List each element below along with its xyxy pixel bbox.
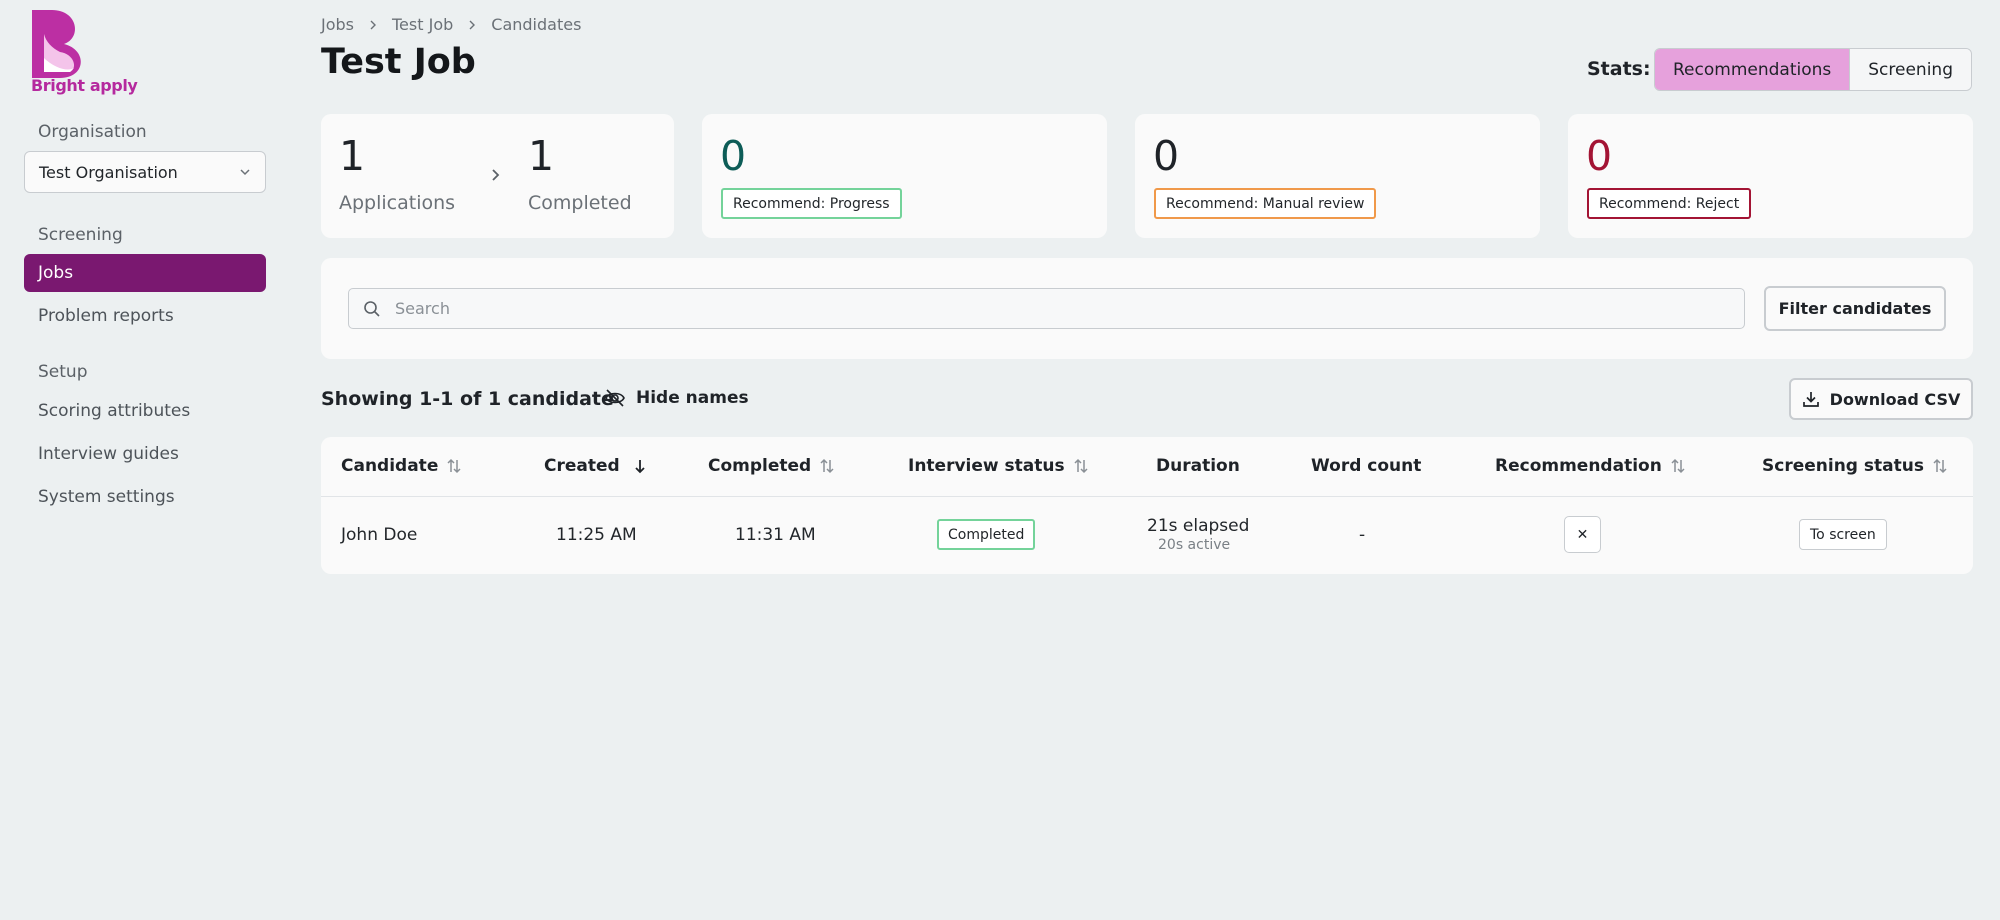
sidebar-item-jobs[interactable]: Jobs (24, 254, 266, 292)
sort-icon (1074, 458, 1088, 474)
recommend-progress-card: 0 Recommend: Progress (702, 114, 1107, 238)
brand-name: Bright apply (31, 76, 138, 95)
sort-icon (447, 458, 461, 474)
column-header-label: Created (544, 456, 620, 476)
sort-icon (1933, 458, 1947, 474)
stats-recommendations-button[interactable]: Recommendations (1655, 49, 1850, 90)
search-field[interactable] (348, 288, 1745, 329)
sort-descending-icon (635, 460, 645, 474)
applications-summary-card: 1 Applications 1 Completed (321, 114, 674, 238)
recommend-manual-review-card: 0 Recommend: Manual review (1135, 114, 1540, 238)
recommend-reject-count: 0 (1586, 132, 1613, 180)
column-header-completed[interactable]: Completed (708, 456, 835, 476)
showing-count: Showing 1-1 of 1 candidate (321, 388, 614, 410)
cell-completed: 11:31 AM (735, 525, 816, 545)
search-panel: Filter candidates (321, 258, 1973, 359)
download-icon (1802, 392, 1819, 407)
column-header-label: Recommendation (1495, 456, 1662, 476)
cell-duration-active: 20s active (1158, 537, 1231, 553)
interview-status-badge: Completed (937, 519, 1036, 550)
setup-heading: Setup (38, 362, 88, 382)
recommend-manual-review-count: 0 (1153, 132, 1180, 180)
screening-status-button[interactable]: To screen (1799, 519, 1887, 550)
chevron-right-icon (370, 20, 376, 29)
download-csv-button[interactable]: Download CSV (1789, 378, 1973, 420)
organisation-heading: Organisation (38, 122, 147, 142)
organisation-select[interactable]: Test Organisation (24, 151, 266, 193)
applications-count: 1 (339, 132, 366, 180)
stats-screening-button[interactable]: Screening (1849, 49, 1971, 90)
filter-candidates-button[interactable]: Filter candidates (1764, 286, 1946, 331)
table-divider (321, 496, 1973, 497)
download-csv-label: Download CSV (1829, 389, 1961, 409)
screening-heading: Screening (38, 225, 123, 245)
sort-icon (820, 458, 834, 474)
search-input[interactable] (395, 299, 1744, 318)
organisation-select-value: Test Organisation (39, 162, 178, 182)
page-title: Test Job (321, 42, 476, 82)
sidebar-item-problem-reports[interactable]: Problem reports (24, 297, 266, 335)
hide-names-toggle[interactable]: Hide names (604, 388, 749, 408)
recommendation-reject-icon[interactable]: ✕ (1564, 516, 1601, 553)
cell-word-count: - (1359, 525, 1366, 545)
completed-count: 1 (528, 132, 555, 180)
column-header-label: Interview status (908, 456, 1065, 476)
chevron-down-icon (240, 169, 250, 176)
breadcrumb-test-job[interactable]: Test Job (392, 15, 453, 34)
column-header-screening-status[interactable]: Screening status (1762, 456, 1948, 476)
chevron-right-icon (469, 20, 476, 29)
sidebar: Bright apply Organisation Test Organisat… (0, 0, 290, 920)
sidebar-item-scoring-attributes[interactable]: Scoring attributes (24, 392, 266, 430)
cell-duration-elapsed: 21s elapsed (1147, 516, 1250, 536)
breadcrumb-jobs[interactable]: Jobs (321, 15, 354, 34)
applications-label: Applications (339, 192, 456, 214)
column-header-recommendation[interactable]: Recommendation (1495, 456, 1686, 476)
sidebar-item-system-settings[interactable]: System settings (24, 478, 266, 516)
chevron-right-icon (492, 169, 500, 181)
column-header-created[interactable]: Created (544, 456, 648, 476)
breadcrumb-candidates: Candidates (491, 15, 582, 34)
search-icon (364, 300, 380, 317)
column-header-word-count: Word count (1311, 456, 1422, 476)
hide-names-label: Hide names (636, 388, 749, 408)
recommend-progress-badge: Recommend: Progress (721, 188, 902, 219)
column-header-interview-status[interactable]: Interview status (908, 456, 1089, 476)
recommend-reject-badge: Recommend: Reject (1587, 188, 1752, 219)
column-header-label: Screening status (1762, 456, 1924, 476)
eye-off-icon (605, 389, 625, 407)
candidates-table: Candidate Created Completed Interview st… (321, 437, 1973, 574)
recommend-manual-review-badge: Recommend: Manual review (1154, 188, 1377, 219)
stats-label: Stats: (1587, 58, 1651, 80)
column-header-candidate[interactable]: Candidate (341, 456, 462, 476)
column-header-label: Completed (708, 456, 812, 476)
recommend-progress-count: 0 (720, 132, 747, 180)
recommend-reject-card: 0 Recommend: Reject (1568, 114, 1973, 238)
column-header-duration: Duration (1156, 456, 1240, 476)
stats-toggle: Recommendations Screening (1654, 48, 1972, 91)
cell-created: 11:25 AM (556, 525, 637, 545)
column-header-label: Candidate (341, 456, 439, 476)
cell-candidate[interactable]: John Doe (341, 525, 417, 545)
breadcrumb: Jobs Test Job Candidates (321, 15, 581, 34)
sort-icon (1671, 458, 1685, 474)
completed-label: Completed (528, 192, 632, 214)
sidebar-item-interview-guides[interactable]: Interview guides (24, 435, 266, 473)
